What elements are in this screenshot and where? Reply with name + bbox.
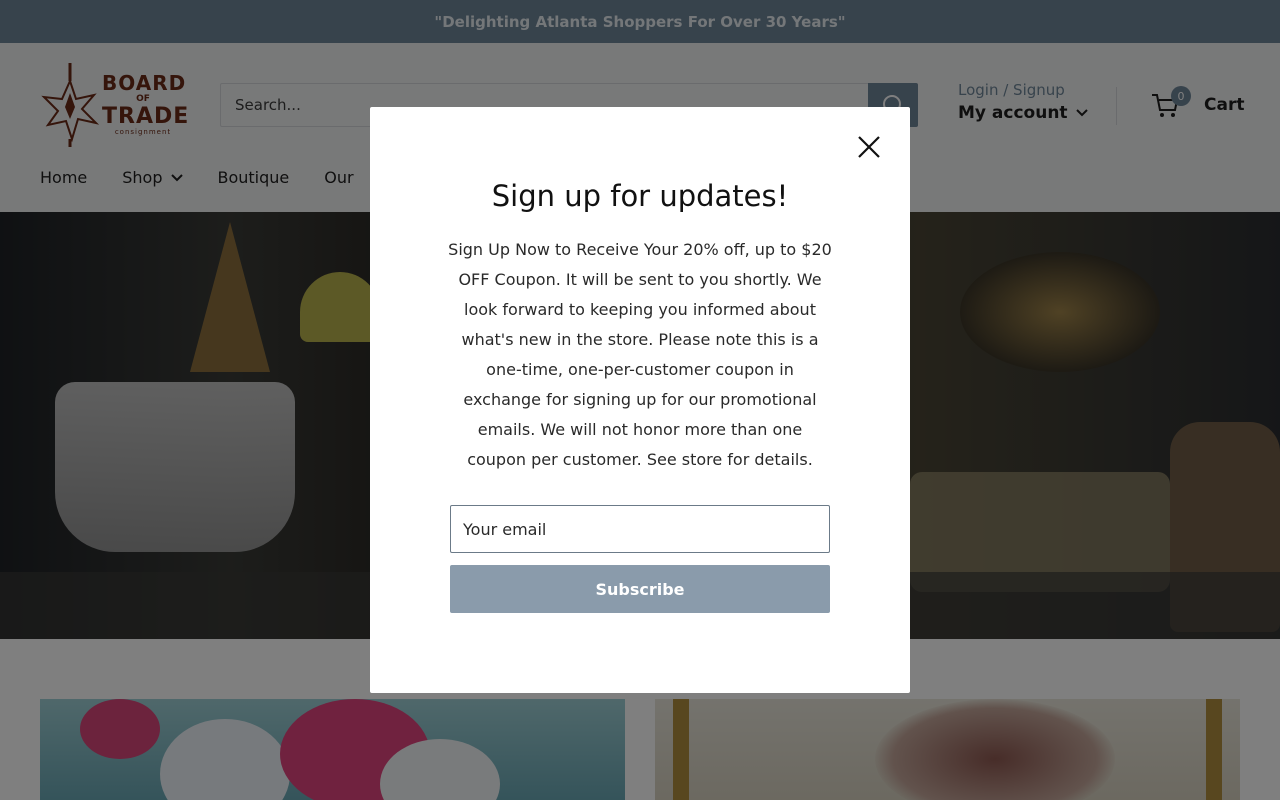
signup-modal: Sign up for updates! Sign Up Now to Rece…: [370, 107, 910, 693]
subscribe-button[interactable]: Subscribe: [450, 565, 830, 613]
close-button[interactable]: [856, 134, 882, 160]
close-icon: [858, 136, 880, 158]
email-field[interactable]: [450, 505, 830, 553]
modal-description: Sign Up Now to Receive Your 20% off, up …: [448, 240, 832, 469]
modal-title: Sign up for updates!: [491, 179, 789, 213]
